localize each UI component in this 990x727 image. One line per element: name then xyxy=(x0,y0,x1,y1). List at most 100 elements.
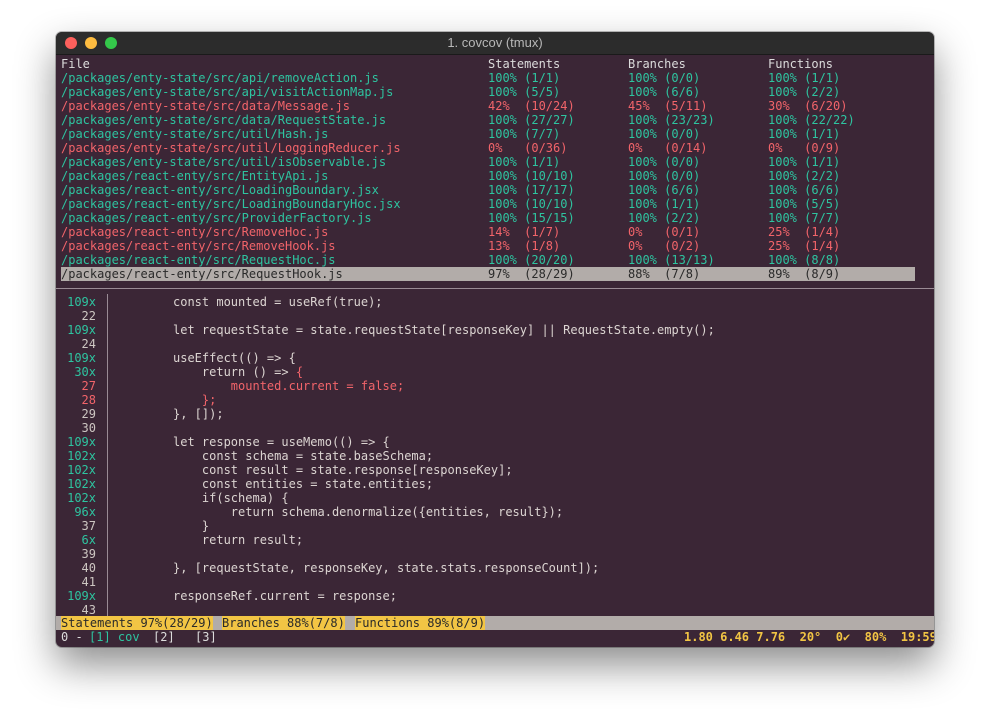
column-header-branches: Branches xyxy=(628,57,686,71)
hit-count: 27 xyxy=(81,379,96,393)
code-line: 24 xyxy=(56,337,934,351)
tmux-system-info: 1.80 6.46 7.76 20° 0✔ 80% 19:59 xyxy=(684,630,934,644)
code-text: return () => { xyxy=(173,365,304,379)
table-header: File Statements Branches Functions xyxy=(56,57,934,71)
hit-count: 29 xyxy=(81,407,96,421)
functions-cell: 100% (22/22) xyxy=(768,113,855,127)
code-text: return result; xyxy=(173,533,304,547)
file-row[interactable]: /packages/enty-state/src/api/visitAction… xyxy=(56,85,934,99)
statements-cell: 100% (17/17) xyxy=(488,183,575,197)
branches-cell: 100% (6/6) xyxy=(628,183,701,197)
functions-cell: 25% (1/4) xyxy=(768,239,841,253)
hit-count: 109x xyxy=(67,351,96,365)
file-path: /packages/enty-state/src/util/isObservab… xyxy=(61,155,387,169)
statements-cell: 100% (27/27) xyxy=(488,113,575,127)
hit-count: 102x xyxy=(67,491,96,505)
file-row[interactable]: /packages/enty-state/src/data/RequestSta… xyxy=(56,113,934,127)
code-text: }, [requestState, responseKey, state.sta… xyxy=(173,561,600,575)
code-line: 102x const result = state.response[respo… xyxy=(56,463,934,477)
terminal-window: 1. covcov (tmux) File Statements Branche… xyxy=(56,32,934,647)
column-header-statements: Statements xyxy=(488,57,561,71)
file-path: /packages/enty-state/src/data/RequestSta… xyxy=(61,113,387,127)
status-statements: Statements 97%(28/29) xyxy=(61,616,213,630)
code-line: 43 xyxy=(56,603,934,617)
tmux-window-2[interactable]: [2] xyxy=(153,630,175,644)
file-row[interactable]: /packages/react-enty/src/EntityApi.js 100… xyxy=(56,169,934,183)
functions-cell: 100% (7/7) xyxy=(768,211,841,225)
hit-count: 24 xyxy=(81,337,96,351)
branches-cell: 100% (0/0) xyxy=(628,169,701,183)
code-line: 37 } xyxy=(56,519,934,533)
file-row[interactable]: /packages/react-enty/src/RemoveHook.js 13… xyxy=(56,239,934,253)
statements-cell: 100% (1/1) xyxy=(488,155,561,169)
code-text: let response = useMemo(() => { xyxy=(173,435,390,449)
hit-count: 96x xyxy=(74,505,96,519)
hit-count: 22 xyxy=(81,309,96,323)
code-line: 22 xyxy=(56,309,934,323)
statements-cell: 14% (1/7) xyxy=(488,225,561,239)
code-text: mounted.current = false; xyxy=(173,379,405,393)
branches-cell: 100% (0/0) xyxy=(628,155,701,169)
file-path: /packages/react-enty/src/RemoveHook.js xyxy=(61,239,336,253)
statements-cell: 100% (7/7) xyxy=(488,127,561,141)
hit-count: 30 xyxy=(81,421,96,435)
statements-cell: 100% (10/10) xyxy=(488,197,575,211)
file-row[interactable]: /packages/react-enty/src/LoadingBoundary… xyxy=(56,183,934,197)
branches-cell: 0% (0/2) xyxy=(628,239,701,253)
functions-cell: 100% (5/5) xyxy=(768,197,841,211)
hit-count: 109x xyxy=(67,323,96,337)
file-row[interactable]: /packages/react-enty/src/RequestHook.js 9… xyxy=(61,267,915,281)
file-row[interactable]: /packages/enty-state/src/util/LoggingRed… xyxy=(56,141,934,155)
column-header-file: File xyxy=(61,57,90,71)
functions-cell: 100% (8/8) xyxy=(768,253,841,267)
hit-count: 39 xyxy=(81,547,96,561)
file-row[interactable]: /packages/react-enty/src/ProviderFactory… xyxy=(56,211,934,225)
code-text: }, []); xyxy=(173,407,224,421)
statements-cell: 42% (10/24) xyxy=(488,99,575,113)
branches-cell: 45% (5/11) xyxy=(628,99,708,113)
hit-count: 109x xyxy=(67,589,96,603)
code-text: const result = state.response[responseKe… xyxy=(173,463,513,477)
file-path: /packages/react-enty/src/RemoveHoc.js xyxy=(61,225,329,239)
code-line: 39 xyxy=(56,547,934,561)
file-row[interactable]: /packages/react-enty/src/RequestHoc.js 10… xyxy=(56,253,934,267)
code-text: const mounted = useRef(true); xyxy=(173,295,383,309)
code-text: }; xyxy=(173,393,217,407)
code-line: 109x responseRef.current = response; xyxy=(56,589,934,603)
code-line: 28 }; xyxy=(56,393,934,407)
code-text: responseRef.current = response; xyxy=(173,589,397,603)
hit-count: 30x xyxy=(74,365,96,379)
column-header-functions: Functions xyxy=(768,57,834,71)
tmux-window-3[interactable]: [3] xyxy=(195,630,217,644)
code-line: 27 mounted.current = false; xyxy=(56,379,934,393)
file-row[interactable]: /packages/enty-state/src/data/Message.js… xyxy=(56,99,934,113)
file-row[interactable]: /packages/enty-state/src/api/removeActio… xyxy=(56,71,934,85)
hit-count: 41 xyxy=(81,575,96,589)
tmux-window-1[interactable]: [1] cov xyxy=(89,630,140,644)
statements-cell: 100% (1/1) xyxy=(488,71,561,85)
code-line: 30 xyxy=(56,421,934,435)
file-path: /packages/enty-state/src/api/visitAction… xyxy=(61,85,394,99)
uncovered-brace: { xyxy=(295,365,304,379)
file-row[interactable]: /packages/enty-state/src/util/Hash.js 100… xyxy=(56,127,934,141)
code-line: 6x return result; xyxy=(56,533,934,547)
branches-cell: 100% (0/0) xyxy=(628,127,701,141)
code-text: if(schema) { xyxy=(173,491,289,505)
file-path: /packages/react-enty/src/LoadingBoundary… xyxy=(61,183,379,197)
functions-cell: 30% (6/20) xyxy=(768,99,848,113)
code-line: 109x let response = useMemo(() => { xyxy=(56,435,934,449)
branches-cell: 0% (0/1) xyxy=(628,225,701,239)
file-path: /packages/react-enty/src/ProviderFactory… xyxy=(61,211,372,225)
functions-cell: 100% (1/1) xyxy=(768,155,841,169)
hit-count: 102x xyxy=(67,449,96,463)
file-row[interactable]: /packages/enty-state/src/util/isObservab… xyxy=(56,155,934,169)
file-path: /packages/react-enty/src/LoadingBoundary… xyxy=(61,197,401,211)
code-line: 29 }, []); xyxy=(56,407,934,421)
window-title: 1. covcov (tmux) xyxy=(447,35,543,50)
branches-cell: 100% (2/2) xyxy=(628,211,701,225)
file-row[interactable]: /packages/react-enty/src/LoadingBoundary… xyxy=(56,197,934,211)
file-path: /packages/enty-state/src/api/removeActio… xyxy=(61,71,379,85)
file-row[interactable]: /packages/react-enty/src/RemoveHoc.js 14%… xyxy=(56,225,934,239)
hit-count: 102x xyxy=(67,463,96,477)
file-path: /packages/enty-state/src/data/Message.js xyxy=(61,99,350,113)
